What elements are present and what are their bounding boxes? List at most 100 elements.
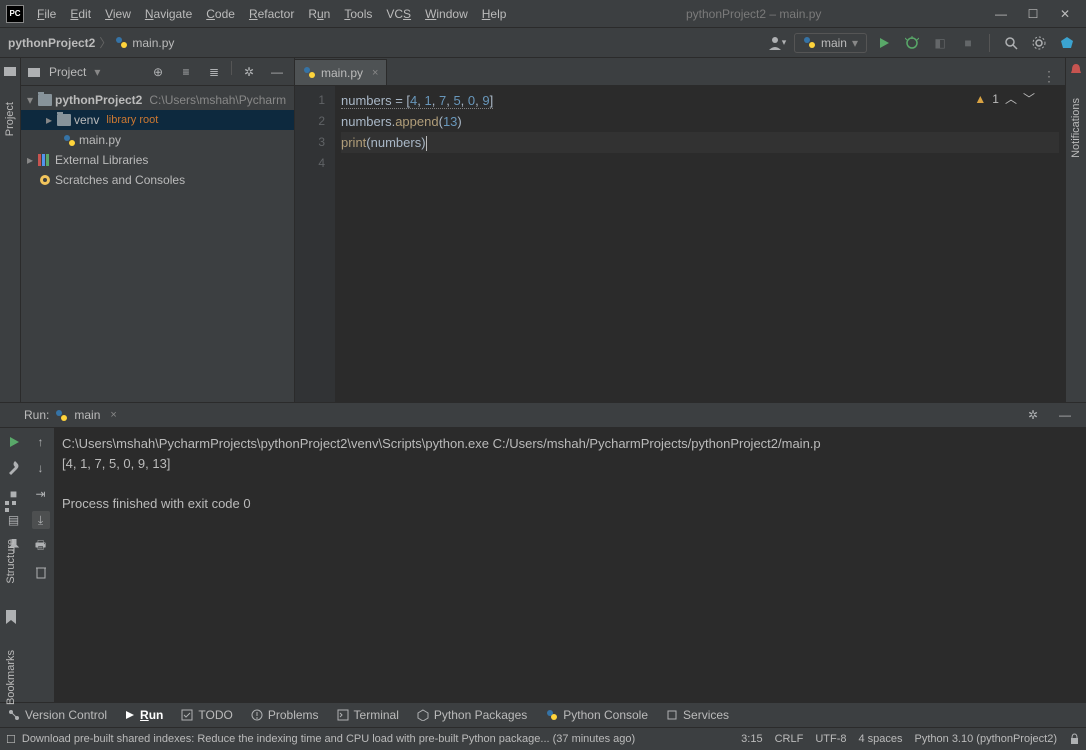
prev-highlight-icon[interactable]: ︿ — [1005, 90, 1017, 107]
menu-refactor[interactable]: Refactor — [242, 5, 301, 23]
interpreter[interactable]: Python 3.10 (pythonProject2) — [915, 733, 1057, 745]
structure-tool-icon[interactable] — [4, 500, 17, 513]
menu-vcs[interactable]: VCS — [379, 5, 418, 23]
terminal-tab[interactable]: Terminal — [337, 708, 399, 722]
line-number[interactable]: 4 — [295, 153, 325, 174]
editor-more-icon[interactable]: ⋮ — [1042, 68, 1057, 85]
panel-settings-icon[interactable]: ✲ — [238, 61, 260, 83]
run-tab-name[interactable]: main — [74, 408, 100, 422]
tree-project-name: pythonProject2 — [55, 93, 142, 107]
file-encoding[interactable]: UTF-8 — [815, 733, 846, 745]
line-number[interactable]: 3 — [295, 132, 325, 153]
menu-view[interactable]: View — [98, 5, 138, 23]
maximize-button[interactable]: ☐ — [1026, 7, 1040, 21]
breadcrumb-project[interactable]: pythonProject2 — [8, 36, 95, 50]
tree-external-libraries[interactable]: ▸ External Libraries — [21, 150, 294, 170]
python-file-icon — [115, 36, 128, 49]
run-panel-label: Run: — [24, 408, 49, 422]
breadcrumb-file[interactable]: main.py — [132, 36, 174, 50]
minimize-button[interactable]: — — [994, 7, 1008, 21]
lock-icon[interactable] — [1069, 733, 1080, 745]
project-view-icon — [27, 65, 41, 79]
menu-navigate[interactable]: Navigate — [138, 5, 199, 23]
python-console-tab[interactable]: Python Console — [545, 708, 648, 722]
project-side-tab[interactable]: Project — [2, 98, 18, 140]
close-button[interactable]: ✕ — [1058, 7, 1072, 21]
close-tab-icon[interactable]: × — [372, 67, 378, 79]
notifications-icon[interactable] — [1069, 62, 1083, 76]
tree-mainpy[interactable]: main.py — [21, 130, 294, 150]
structure-side-tab[interactable]: Structure — [3, 535, 19, 588]
run-config-selector[interactable]: main ▾ — [794, 33, 867, 53]
code-with-me-icon[interactable] — [1056, 32, 1078, 54]
python-file-icon — [303, 66, 316, 79]
collapse-all-icon[interactable]: ≣ — [203, 61, 225, 83]
tree-project-path: C:\Users\mshah\Pycharm — [149, 93, 286, 107]
bookmarks-side-tab[interactable]: Bookmarks — [3, 646, 19, 709]
search-icon[interactable] — [1000, 32, 1022, 54]
tree-scratches[interactable]: Scratches and Consoles — [21, 170, 294, 190]
line-separator[interactable]: CRLF — [775, 733, 804, 745]
services-tab[interactable]: Services — [666, 708, 729, 722]
menu-edit[interactable]: Edit — [63, 5, 98, 23]
menu-window[interactable]: Window — [418, 5, 475, 23]
menu-help[interactable]: Help — [475, 5, 514, 23]
run-button[interactable] — [873, 32, 895, 54]
window-title: pythonProject2 – main.py — [513, 7, 994, 21]
code-editor[interactable]: 1 2 3 4 numbers = [4, 1, 7, 5, 0, 9] num… — [295, 86, 1065, 402]
project-tree[interactable]: ▾ pythonProject2 C:\Users\mshah\Pycharm … — [21, 86, 294, 194]
close-run-tab-icon[interactable]: × — [110, 409, 116, 421]
clear-all-icon[interactable] — [32, 563, 50, 581]
menu-run[interactable]: Run — [301, 5, 337, 23]
breadcrumb[interactable]: pythonProject2 〉 main.py — [8, 34, 174, 51]
up-stack-icon[interactable]: ↑ — [32, 433, 50, 451]
caret-position[interactable]: 3:15 — [741, 733, 762, 745]
expand-all-icon[interactable]: ≡ — [175, 61, 197, 83]
status-message[interactable]: Download pre-built shared indexes: Reduc… — [22, 733, 635, 745]
title-bar: PC File Edit View Navigate Code Refactor… — [0, 0, 1086, 28]
line-number[interactable]: 2 — [295, 111, 325, 132]
scratches-icon — [38, 173, 52, 187]
version-control-tab[interactable]: Version Control — [8, 708, 107, 722]
soft-wrap-icon[interactable]: ⇥ — [32, 485, 50, 503]
library-root-tag: library root — [106, 114, 158, 126]
todo-tab[interactable]: TODO — [181, 708, 232, 722]
folder-icon — [57, 114, 71, 126]
select-opened-file-icon[interactable]: ⊕ — [147, 61, 169, 83]
indent-setting[interactable]: 4 spaces — [858, 733, 902, 745]
menu-code[interactable]: Code — [199, 5, 242, 23]
print-icon[interactable]: 🖶 — [32, 537, 50, 555]
line-gutter[interactable]: 1 2 3 4 — [295, 86, 335, 402]
python-packages-tab[interactable]: Python Packages — [417, 708, 527, 722]
scroll-to-end-icon[interactable]: ⤓ — [32, 511, 50, 529]
tool-windows-icon[interactable]: ☐ — [6, 733, 16, 746]
navigation-bar: pythonProject2 〉 main.py ▾ main ▾ ◧ ■ — [0, 28, 1086, 58]
stop-button[interactable]: ■ — [957, 32, 979, 54]
hide-run-panel-icon[interactable]: — — [1054, 404, 1076, 426]
user-icon[interactable]: ▾ — [766, 32, 788, 54]
down-stack-icon[interactable]: ↓ — [32, 459, 50, 477]
run-settings-icon[interactable]: ✲ — [1022, 404, 1044, 426]
line-number[interactable]: 1 — [295, 90, 325, 111]
status-bar: ☐ Download pre-built shared indexes: Red… — [0, 727, 1086, 750]
menu-file[interactable]: File — [30, 5, 63, 23]
editor-tab-mainpy[interactable]: main.py × — [295, 59, 387, 85]
inspection-widget[interactable]: ▲ 1 ︿ ﹀ — [974, 90, 1035, 107]
tree-venv-name: venv — [74, 113, 99, 127]
tree-root[interactable]: ▾ pythonProject2 C:\Users\mshah\Pycharm — [21, 90, 294, 110]
settings-icon[interactable] — [1028, 32, 1050, 54]
next-highlight-icon[interactable]: ﹀ — [1023, 90, 1035, 107]
project-tool-icon[interactable] — [3, 64, 17, 78]
menu-tools[interactable]: Tools — [337, 5, 379, 23]
bookmarks-tool-icon[interactable] — [5, 610, 17, 624]
run-tab[interactable]: Run — [125, 708, 163, 722]
hide-panel-icon[interactable]: — — [266, 61, 288, 83]
problems-tab[interactable]: Problems — [251, 708, 319, 722]
run-coverage-button[interactable]: ◧ — [929, 32, 951, 54]
tree-venv[interactable]: ▸ venv library root — [21, 110, 294, 130]
editor-area: main.py × ⋮ 1 2 3 4 numbers = [4, 1, 7, … — [295, 58, 1065, 402]
console-output[interactable]: C:\Users\mshah\PycharmProjects\pythonPro… — [54, 428, 1086, 702]
project-panel-title[interactable]: Project — [49, 65, 86, 79]
notifications-side-tab[interactable]: Notifications — [1068, 94, 1084, 162]
debug-button[interactable] — [901, 32, 923, 54]
